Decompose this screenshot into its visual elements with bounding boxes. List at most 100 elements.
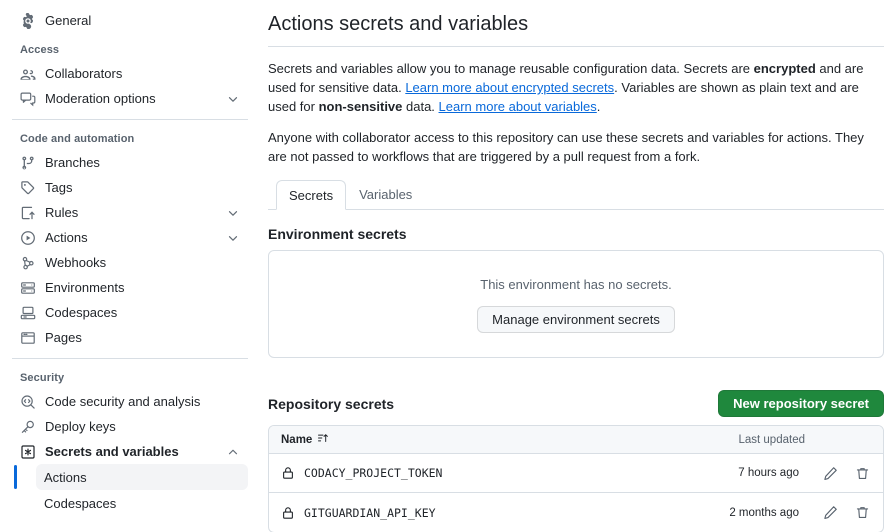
- learn-more-variables-link[interactable]: Learn more about variables: [439, 99, 597, 114]
- intro-part4: data.: [402, 99, 439, 114]
- sidebar-section-access: Access: [20, 44, 60, 56]
- sidebar-item-label: Pages: [45, 330, 82, 345]
- pencil-icon[interactable]: [821, 464, 839, 482]
- sidebar-item-label: Actions: [45, 230, 88, 245]
- sidebar-item-pages[interactable]: Pages: [12, 325, 248, 350]
- sidebar-item-rules[interactable]: Rules: [12, 200, 248, 225]
- sidebar-item-code-security-and-analysis[interactable]: Code security and analysis: [12, 389, 248, 414]
- main-content: Actions secrets and variables Secrets an…: [260, 0, 892, 532]
- secret-name-cell: GITGUARDIAN_API_KEY: [281, 506, 729, 520]
- secret-name: CODACY_PROJECT_TOKEN: [304, 466, 443, 480]
- lock-icon: [281, 506, 295, 520]
- sidebar-divider: [12, 119, 248, 120]
- trash-icon[interactable]: [853, 504, 871, 522]
- sidebar-subitem-label: Codespaces: [44, 495, 117, 511]
- intro-bold-non-sensitive: non-sensitive: [318, 99, 403, 114]
- sidebar-item-label: General: [45, 13, 92, 28]
- sidebar-item-label: Tags: [45, 180, 73, 195]
- browser-icon: [20, 330, 36, 346]
- chevron-up-icon[interactable]: [226, 445, 240, 459]
- learn-more-encrypted-secrets-link[interactable]: Learn more about encrypted secrets: [405, 80, 614, 95]
- trash-icon[interactable]: [853, 464, 871, 482]
- sidebar-item-label: Deploy keys: [45, 419, 116, 434]
- new-repository-secret-button[interactable]: New repository secret: [718, 390, 884, 417]
- webhook-icon: [20, 255, 36, 271]
- rules-icon: [20, 205, 36, 221]
- table-row: CODACY_PROJECT_TOKEN 7 hours ago: [269, 454, 883, 493]
- row-actions: [821, 464, 871, 482]
- sidebar-subitem-label: Actions: [44, 469, 87, 485]
- sidebar-item-label: Collaborators: [45, 66, 123, 81]
- sidebar-item-general[interactable]: General: [12, 8, 248, 33]
- chevron-down-icon[interactable]: [226, 206, 240, 220]
- sidebar-item-label: Code security and analysis: [45, 394, 201, 409]
- intro-bold-encrypted: encrypted: [753, 61, 816, 76]
- sidebar-item-environments[interactable]: Environments: [12, 275, 248, 300]
- settings-page: General Access Collaborators Moderation …: [0, 0, 892, 532]
- intro-part5: .: [596, 99, 601, 114]
- sidebar-divider: [12, 358, 248, 359]
- gear-icon: [20, 12, 36, 29]
- environment-secrets-empty-text: This environment has no secrets.: [480, 277, 672, 292]
- sidebar-item-branches[interactable]: Branches: [12, 150, 248, 175]
- codescan-icon: [20, 394, 36, 410]
- sidebar-item-moderation-options[interactable]: Moderation options: [12, 86, 248, 111]
- sidebar-subitem-actions[interactable]: Actions: [14, 464, 248, 490]
- codespaces-icon: [20, 305, 36, 321]
- manage-environment-secrets-button[interactable]: Manage environment secrets: [477, 306, 675, 333]
- play-circle-icon: [20, 230, 36, 246]
- sidebar-item-actions[interactable]: Actions: [12, 225, 248, 250]
- environment-secrets-empty-panel: This environment has no secrets. Manage …: [268, 250, 884, 358]
- key-icon: [20, 419, 36, 435]
- repository-secrets-header: Repository secrets New repository secret: [268, 390, 884, 417]
- row-actions: [821, 504, 871, 522]
- repository-secrets-title: Repository secrets: [268, 395, 395, 412]
- lock-icon: [281, 466, 295, 480]
- sidebar-item-label: Webhooks: [45, 255, 107, 270]
- git-branch-icon: [20, 155, 36, 171]
- sidebar-item-deploy-keys[interactable]: Deploy keys: [12, 414, 248, 439]
- pencil-icon[interactable]: [821, 504, 839, 522]
- asterisk-box-icon: [20, 444, 36, 460]
- sidebar-item-tags[interactable]: Tags: [12, 175, 248, 200]
- table-row: GITGUARDIAN_API_KEY 2 months ago: [269, 493, 883, 532]
- settings-sidebar: General Access Collaborators Moderation …: [0, 0, 260, 532]
- environment-secrets-title: Environment secrets: [268, 226, 407, 242]
- people-icon: [20, 66, 36, 82]
- tag-icon: [20, 180, 36, 196]
- secret-last-updated: 7 hours ago: [738, 467, 799, 479]
- sidebar-item-label: Moderation options: [45, 91, 156, 106]
- comment-discussion-icon: [20, 91, 36, 107]
- sidebar-subitem-codespaces[interactable]: Codespaces: [36, 490, 248, 516]
- sidebar-item-webhooks[interactable]: Webhooks: [12, 250, 248, 275]
- sidebar-item-codespaces[interactable]: Codespaces: [12, 300, 248, 325]
- secret-name-cell: CODACY_PROJECT_TOKEN: [281, 466, 738, 480]
- sidebar-item-label: Rules: [45, 205, 79, 220]
- column-header-name-label: Name: [281, 433, 313, 446]
- column-header-name[interactable]: Name: [281, 432, 738, 447]
- secret-name: GITGUARDIAN_API_KEY: [304, 505, 436, 520]
- sidebar-section-code-and-automation: Code and automation: [20, 133, 135, 145]
- intro-part1: Secrets and variables allow you to manag…: [268, 61, 754, 76]
- tab-secrets[interactable]: Secrets: [276, 180, 347, 210]
- tab-variables[interactable]: Variables: [346, 179, 425, 209]
- repository-secrets-table: Name Last updated CODACY_PROJECT_TOKEN 7…: [268, 425, 884, 532]
- server-icon: [20, 280, 36, 296]
- chevron-down-icon[interactable]: [226, 92, 240, 106]
- secrets-variables-tablist: Secrets Variables: [268, 180, 884, 210]
- page-title: Actions secrets and variables: [268, 10, 884, 47]
- sort-asc-icon[interactable]: [317, 432, 329, 447]
- table-header-row: Name Last updated: [269, 426, 883, 454]
- column-header-last-updated: Last updated: [738, 433, 805, 446]
- collaborator-notice: Anyone with collaborator access to this …: [268, 130, 864, 164]
- sidebar-item-label: Branches: [45, 155, 100, 170]
- sidebar-item-label: Secrets and variables: [45, 444, 179, 459]
- secret-last-updated: 2 months ago: [729, 506, 799, 519]
- intro-paragraph: Secrets and variables allow you to manag…: [268, 59, 884, 116]
- sidebar-item-collaborators[interactable]: Collaborators: [12, 61, 248, 86]
- chevron-down-icon[interactable]: [226, 231, 240, 245]
- sidebar-item-secrets-and-variables[interactable]: Secrets and variables: [12, 439, 248, 464]
- sidebar-section-security: Security: [20, 372, 65, 384]
- sidebar-item-label: Codespaces: [45, 305, 118, 320]
- sidebar-item-label: Environments: [45, 280, 125, 295]
